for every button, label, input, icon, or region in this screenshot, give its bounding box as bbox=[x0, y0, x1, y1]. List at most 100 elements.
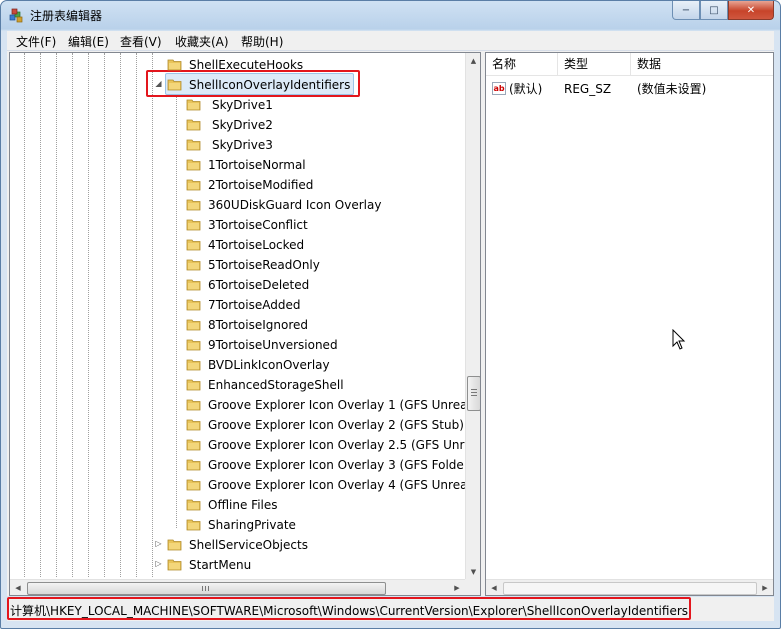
scroll-left-arrow-icon[interactable]: ◀ bbox=[10, 580, 26, 595]
folder-icon bbox=[167, 559, 182, 571]
column-header-data[interactable]: 数据 bbox=[631, 53, 773, 75]
tree-item-label: ShellIconOverlayIdentifiers bbox=[189, 78, 351, 92]
tree-item-label: Offline Files bbox=[208, 498, 278, 512]
window-title: 注册表编辑器 bbox=[30, 9, 103, 23]
tree-item-label: 5TortoiseReadOnly bbox=[208, 258, 320, 272]
maximize-button[interactable]: □ bbox=[700, 1, 728, 20]
tree-item-label: SkyDrive3 bbox=[212, 138, 273, 152]
minimize-button[interactable]: − bbox=[672, 1, 700, 20]
folder-icon bbox=[167, 59, 182, 71]
folder-icon bbox=[186, 399, 201, 411]
close-button[interactable]: ✕ bbox=[728, 1, 774, 20]
tree-item-label: Groove Explorer Icon Overlay 3 (GFS Fold… bbox=[208, 458, 464, 472]
folder-icon bbox=[186, 259, 201, 271]
menu-favorites[interactable]: 收藏夹(A) bbox=[175, 33, 229, 50]
column-header-bar: 名称 类型 数据 bbox=[486, 53, 773, 76]
folder-icon bbox=[186, 379, 201, 391]
folder-icon bbox=[186, 479, 201, 491]
scroll-thumb[interactable] bbox=[27, 582, 386, 595]
folder-icon bbox=[186, 419, 201, 431]
menu-help[interactable]: 帮助(H) bbox=[241, 33, 283, 50]
string-value-icon: ab bbox=[492, 82, 506, 95]
scroll-up-arrow-icon[interactable]: ▲ bbox=[466, 53, 480, 68]
grip-line bbox=[205, 586, 206, 591]
tree-horizontal-scrollbar[interactable]: ◀ ▶ bbox=[10, 579, 465, 595]
scroll-right-arrow-icon[interactable]: ▶ bbox=[757, 580, 773, 595]
tree-guide-line bbox=[40, 53, 41, 577]
menu-edit[interactable]: 编辑(E) bbox=[68, 33, 109, 50]
menu-bar: 文件(F) 编辑(E) 查看(V) 收藏夹(A) 帮助(H) bbox=[7, 31, 774, 51]
list-horizontal-scrollbar[interactable]: ◀ ▶ bbox=[486, 579, 773, 595]
tree-vertical-scrollbar[interactable]: ▲ ▼ bbox=[465, 53, 480, 579]
menu-file[interactable]: 文件(F) bbox=[16, 33, 56, 50]
grip-line bbox=[471, 389, 477, 390]
status-path: 计算机\HKEY_LOCAL_MACHINE\SOFTWARE\Microsof… bbox=[10, 604, 689, 618]
expand-arrow-icon[interactable]: ▷ bbox=[154, 539, 163, 548]
regedit-app-icon bbox=[9, 8, 23, 23]
grip-line bbox=[202, 586, 203, 591]
tree-guide-line bbox=[56, 53, 57, 577]
tree-item-label: 1TortoiseNormal bbox=[208, 158, 306, 172]
folder-icon bbox=[186, 459, 201, 471]
column-header-type[interactable]: 类型 bbox=[558, 53, 631, 75]
tree-item-label: StartMenu bbox=[189, 558, 252, 572]
expand-arrow-icon[interactable]: ▷ bbox=[154, 559, 163, 568]
caption-buttons: − □ ✕ bbox=[672, 1, 774, 21]
folder-icon bbox=[186, 319, 201, 331]
grip-line bbox=[471, 392, 477, 393]
status-bar: 计算机\HKEY_LOCAL_MACHINE\SOFTWARE\Microsof… bbox=[7, 597, 774, 621]
key-tree-pane[interactable]: ◢ ▷ ▷ ShellExecuteHooks ShellIconOverlayI… bbox=[9, 52, 481, 596]
tree-item-label: EnhancedStorageShell bbox=[208, 378, 344, 392]
folder-icon bbox=[186, 179, 201, 191]
folder-icon bbox=[167, 539, 182, 551]
tree-item-label: 360UDiskGuard Icon Overlay bbox=[208, 198, 382, 212]
folder-icon bbox=[186, 339, 201, 351]
folder-icon bbox=[186, 279, 201, 291]
folder-icon bbox=[186, 199, 201, 211]
folder-icon bbox=[186, 499, 201, 511]
tree-item-label: 2TortoiseModified bbox=[208, 178, 314, 192]
tree-item-label: Groove Explorer Icon Overlay 2 (GFS Stub… bbox=[208, 418, 464, 432]
value-data: (数值未设置) bbox=[637, 82, 707, 96]
tree-item-label: SkyDrive1 bbox=[212, 98, 273, 112]
tree-item-label: 3TortoiseConflict bbox=[208, 218, 308, 232]
tree-guide-line bbox=[72, 53, 73, 577]
folder-icon bbox=[186, 439, 201, 451]
grip-line bbox=[208, 586, 209, 591]
tree-item-label: BVDLinkIconOverlay bbox=[208, 358, 330, 372]
tree-item-label: 6TortoiseDeleted bbox=[208, 278, 310, 292]
tree-item-label: ShellServiceObjects bbox=[189, 538, 308, 552]
scroll-corner bbox=[465, 579, 480, 595]
value-name: (默认) bbox=[509, 82, 543, 96]
scroll-thumb[interactable] bbox=[503, 582, 757, 595]
scroll-left-arrow-icon[interactable]: ◀ bbox=[486, 580, 502, 595]
folder-icon bbox=[186, 159, 201, 171]
regedit-window: 注册表编辑器 − □ ✕ 文件(F) 编辑(E) 查看(V) 收藏夹(A) 帮助… bbox=[0, 0, 781, 629]
folder-icon bbox=[186, 139, 201, 151]
client-area: ◢ ▷ ▷ ShellExecuteHooks ShellIconOverlayI… bbox=[7, 51, 774, 596]
tree-item-label: Groove Explorer Icon Overlay 2.5 (GFS Un… bbox=[208, 438, 465, 452]
value-list-pane[interactable]: 名称 类型 数据 ab (默认) REG_SZ (数值未设置) ◀ ▶ bbox=[485, 52, 774, 596]
title-bar[interactable]: 注册表编辑器 − □ ✕ bbox=[1, 1, 780, 31]
column-header-name[interactable]: 名称 bbox=[486, 53, 558, 75]
scroll-thumb[interactable] bbox=[467, 376, 480, 411]
folder-icon bbox=[186, 299, 201, 311]
scroll-right-arrow-icon[interactable]: ▶ bbox=[449, 580, 465, 595]
folder-icon bbox=[186, 219, 201, 231]
folder-icon bbox=[186, 119, 201, 131]
folder-icon bbox=[186, 239, 201, 251]
tree-guide-line bbox=[104, 53, 105, 577]
tree-item-label: SkyDrive2 bbox=[212, 118, 273, 132]
value-row[interactable]: ab (默认) REG_SZ (数值未设置) bbox=[486, 79, 773, 99]
value-type: REG_SZ bbox=[564, 82, 612, 96]
folder-icon bbox=[186, 519, 201, 531]
mouse-cursor-icon bbox=[672, 329, 686, 350]
tree-item-label: 8TortoiseIgnored bbox=[208, 318, 308, 332]
tree-item-label: 4TortoiseLocked bbox=[208, 238, 305, 252]
tree-item-label: Groove Explorer Icon Overlay 1 (GFS Unre… bbox=[208, 398, 468, 412]
scroll-down-arrow-icon[interactable]: ▼ bbox=[466, 564, 480, 579]
tree-guide-line bbox=[176, 93, 177, 528]
folder-icon bbox=[186, 99, 201, 111]
tree-item-label: Groove Explorer Icon Overlay 4 (GFS Unre… bbox=[208, 478, 468, 492]
menu-view[interactable]: 查看(V) bbox=[120, 33, 162, 50]
